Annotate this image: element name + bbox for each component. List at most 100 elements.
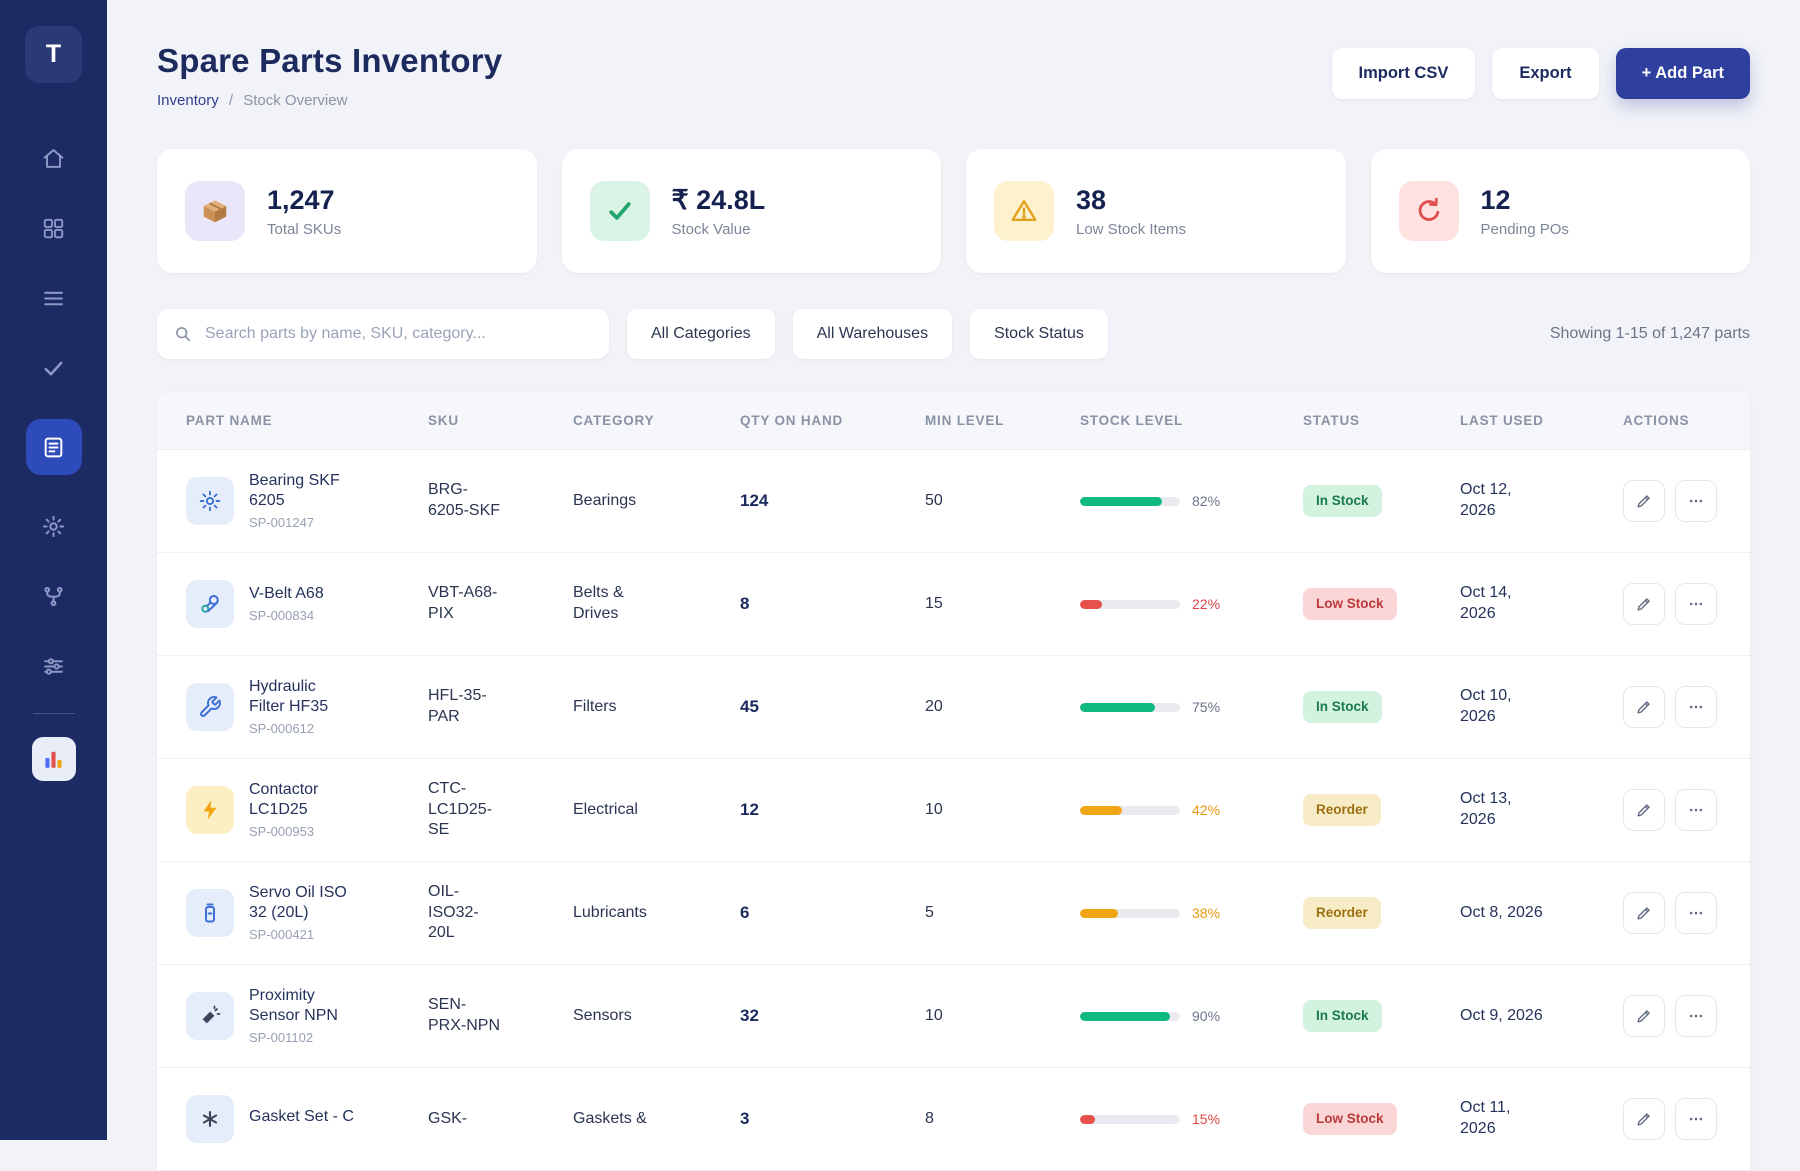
app-window: T Spare Parts Inventory Inventory / Stoc…: [0, 0, 1800, 1140]
breadcrumb-inventory-link[interactable]: Inventory: [157, 92, 219, 109]
part-cell: Contactor LC1D25SP-000953: [186, 780, 428, 841]
part-category: Sensors: [573, 1006, 632, 1027]
min-level: 50: [925, 491, 1080, 512]
part-sku: CTC-LC1D25-SE: [428, 779, 504, 841]
stock-level-percent: 38%: [1192, 904, 1220, 922]
app-logo[interactable]: T: [25, 26, 82, 83]
box-icon: [185, 181, 245, 241]
part-code: SP-001247: [249, 515, 355, 532]
column-header-qty: QTY ON HAND: [740, 413, 925, 428]
branch-icon: [41, 584, 66, 609]
part-sku: BRG-6205-SKF: [428, 480, 504, 522]
edit-button[interactable]: [1623, 789, 1665, 831]
oil-icon: [186, 889, 234, 937]
sliders-icon: [41, 654, 66, 679]
table-row: Gasket Set - CGSK-Gaskets &3815%Low Stoc…: [157, 1068, 1750, 1171]
stock-level-cell: 90%: [1080, 1007, 1303, 1025]
part-cell: Hydraulic Filter HF35SP-000612: [186, 677, 428, 738]
part-category: Bearings: [573, 491, 636, 512]
import-csv-button[interactable]: Import CSV: [1332, 48, 1476, 99]
table-row: Contactor LC1D25SP-000953CTC-LC1D25-SEEl…: [157, 759, 1750, 862]
sidebar-item-analytics[interactable]: [32, 737, 76, 781]
status-badge: In Stock: [1303, 485, 1382, 517]
sidebar-nav: [26, 123, 82, 794]
edit-button[interactable]: [1623, 892, 1665, 934]
part-code: SP-000421: [249, 927, 355, 944]
status-badge: In Stock: [1303, 1000, 1382, 1032]
table-row: Hydraulic Filter HF35SP-000612HFL-35-PAR…: [157, 656, 1750, 759]
edit-button[interactable]: [1623, 480, 1665, 522]
pencil-icon: [1635, 1110, 1653, 1128]
stat-value-low-stock: 38: [1076, 185, 1186, 216]
sidebar-item-home[interactable]: [32, 136, 76, 180]
part-sku: OIL-ISO32-20L: [428, 882, 504, 944]
ellipsis-icon: [1687, 801, 1705, 819]
stat-card-stock-value: ₹ 24.8L Stock Value: [562, 149, 942, 273]
export-button[interactable]: Export: [1492, 48, 1598, 99]
home-icon: [41, 146, 66, 171]
sidebar: T: [0, 0, 107, 1140]
app-logo-letter: T: [46, 40, 61, 69]
stat-value-total-skus: 1,247: [267, 185, 341, 216]
add-part-button[interactable]: + Add Part: [1616, 48, 1750, 99]
search-input[interactable]: [203, 324, 593, 344]
stock-level-percent: 42%: [1192, 801, 1220, 819]
refresh-icon: [1399, 181, 1459, 241]
sidebar-item-tasks[interactable]: [32, 346, 76, 390]
stats-row: 1,247 Total SKUs ₹ 24.8L Stock Value 38 …: [157, 149, 1750, 273]
sidebar-item-inventory[interactable]: [26, 419, 82, 475]
pencil-icon: [1635, 492, 1653, 510]
part-cell: Bearing SKF 6205SP-001247: [186, 471, 428, 532]
part-code: SP-000834: [249, 608, 324, 625]
more-button[interactable]: [1675, 1098, 1717, 1140]
edit-button[interactable]: [1623, 686, 1665, 728]
part-sku: VBT-A68-PIX: [428, 583, 504, 625]
filter-all-warehouses[interactable]: All Warehouses: [793, 309, 952, 359]
search-box[interactable]: [157, 309, 609, 359]
stat-value-pending-pos: 12: [1481, 185, 1569, 216]
page-header: Spare Parts Inventory Inventory / Stock …: [157, 42, 1750, 109]
part-name: Servo Oil ISO 32 (20L): [249, 883, 355, 923]
actions-cell: [1623, 789, 1721, 831]
sidebar-item-menu[interactable]: [32, 276, 76, 320]
sidebar-item-apps[interactable]: [32, 206, 76, 250]
sidebar-item-settings[interactable]: [32, 644, 76, 688]
filter-stock-status[interactable]: Stock Status: [970, 309, 1108, 359]
check-icon: [590, 181, 650, 241]
qty-on-hand: 32: [740, 1005, 925, 1027]
edit-button[interactable]: [1623, 583, 1665, 625]
belt-icon: [186, 580, 234, 628]
more-button[interactable]: [1675, 995, 1717, 1037]
stock-level-percent: 75%: [1192, 698, 1220, 716]
column-header-last-used: LAST USED: [1460, 413, 1623, 428]
sidebar-divider: [33, 713, 75, 714]
bar-chart-icon: [41, 747, 66, 772]
more-button[interactable]: [1675, 480, 1717, 522]
stock-level-cell: 75%: [1080, 698, 1303, 716]
edit-button[interactable]: [1623, 1098, 1665, 1140]
pencil-icon: [1635, 595, 1653, 613]
qty-on-hand: 6: [740, 902, 925, 924]
stock-level-bar: [1080, 1012, 1180, 1021]
sidebar-item-workflow[interactable]: [32, 574, 76, 618]
last-used-date: Oct 13, 2026: [1460, 789, 1550, 831]
pencil-icon: [1635, 1007, 1653, 1025]
filter-all-categories[interactable]: All Categories: [627, 309, 775, 359]
menu-icon: [41, 286, 66, 311]
part-name: Contactor LC1D25: [249, 780, 355, 820]
more-button[interactable]: [1675, 583, 1717, 625]
stock-level-percent: 15%: [1192, 1110, 1220, 1128]
stat-value-stock-value: ₹ 24.8L: [672, 185, 766, 216]
more-button[interactable]: [1675, 686, 1717, 728]
stock-level-bar: [1080, 600, 1180, 609]
more-button[interactable]: [1675, 892, 1717, 934]
min-level: 10: [925, 1006, 1080, 1027]
more-button[interactable]: [1675, 789, 1717, 831]
last-used-date: Oct 12, 2026: [1460, 480, 1550, 522]
sidebar-item-machines[interactable]: [32, 504, 76, 548]
column-header-part-name: PART NAME: [186, 413, 428, 428]
gear-icon: [41, 514, 66, 539]
status-badge: In Stock: [1303, 691, 1382, 723]
part-cell: Servo Oil ISO 32 (20L) SP-000421: [186, 883, 428, 944]
edit-button[interactable]: [1623, 995, 1665, 1037]
